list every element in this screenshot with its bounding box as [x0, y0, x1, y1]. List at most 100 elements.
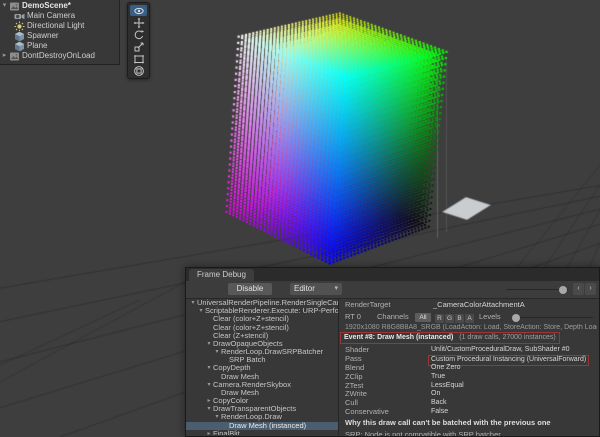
chevron-down-icon: ▾ — [334, 283, 338, 295]
rect-tool[interactable] — [130, 53, 147, 64]
frame-debugger-tabbar: Frame Debug — [186, 268, 599, 281]
tree-item-draw-mesh[interactable]: Draw Mesh — [186, 389, 338, 397]
hierarchy-dontdestroyonload-row[interactable]: ▸ DontDestroyOnLoad — [0, 51, 119, 61]
tree-item-drawopaqueobjects[interactable]: ▾DrawOpaqueObjects — [186, 340, 338, 348]
tree-item-copycolor[interactable]: ▸CopyColor — [186, 397, 338, 405]
channel-g-button[interactable]: G — [445, 314, 454, 323]
target-dropdown[interactable]: Editor ▾ — [290, 283, 342, 295]
event-meta: (1 draw calls, 27000 instances) — [459, 334, 556, 341]
transform-tool[interactable] — [130, 65, 147, 76]
foldout-closed-icon[interactable]: ▸ — [205, 397, 213, 405]
camera-icon — [14, 11, 25, 21]
tree-item-label: Draw Mesh — [221, 389, 259, 397]
foldout-open-icon[interactable]: ▾ — [213, 348, 221, 356]
foldout-open-icon[interactable]: ▾ — [197, 307, 205, 315]
property-row-ztest: ZTestLessEqual — [339, 382, 599, 391]
tree-item-renderloop-draw[interactable]: ▾RenderLoop.Draw — [186, 413, 338, 421]
hierarchy-panel: ▾ DemoScene* Main CameraDirectional Ligh… — [0, 0, 120, 65]
tree-item-label: DrawOpaqueObjects — [213, 340, 283, 348]
foldout-closed-icon[interactable]: ▸ — [205, 430, 213, 435]
disable-button[interactable]: Disable — [228, 283, 272, 295]
tree-item-finalblit[interactable]: ▸FinalBlit — [186, 430, 338, 435]
scene-name: DemoScene* — [22, 1, 71, 11]
frame-debugger-toolbar: Disable Editor ▾ ‹ › — [186, 281, 599, 299]
foldout-open-icon[interactable]: ▾ — [213, 413, 221, 421]
tree-item-clear-color-z-stencil[interactable]: Clear (color+Z+stencil) — [186, 324, 338, 332]
hierarchy-item-directional-light[interactable]: Directional Light — [0, 21, 119, 31]
hierarchy-scene-row[interactable]: ▾ DemoScene* — [0, 1, 119, 11]
tree-indent-spacer — [213, 373, 221, 381]
tree-item-universalrenderpipeline-rendersinglecamera-9[interactable]: ▾UniversalRenderPipeline.RenderSingleCam… — [186, 299, 338, 307]
move-tool[interactable] — [130, 17, 147, 28]
foldout-open-icon[interactable]: ▾ — [0, 1, 9, 11]
view-tool-icon — [133, 5, 145, 17]
scale-tool[interactable] — [130, 41, 147, 52]
channel-a-button[interactable]: A — [465, 314, 474, 323]
previous-event-button[interactable]: ‹ — [573, 283, 584, 295]
foldout-open-icon[interactable]: ▾ — [205, 405, 213, 413]
tree-item-camera-renderskybox[interactable]: ▾Camera.RenderSkybox — [186, 381, 338, 389]
tree-indent-spacer — [221, 422, 229, 430]
event-properties: ShaderUnlit/CustomProceduralDraw, SubSha… — [339, 346, 599, 417]
rt-index-label: RT 0 — [345, 311, 361, 323]
property-key: Conservative — [345, 408, 389, 417]
event-slider[interactable] — [506, 289, 568, 290]
channel-b-button[interactable]: B — [455, 314, 464, 323]
foldout-open-icon[interactable]: ▾ — [205, 381, 213, 389]
hierarchy-item-label: Spawner — [27, 31, 59, 41]
move-tool-icon — [133, 17, 145, 29]
batch-break-reason: SRP: Node is not compatible with SRP bat… — [345, 430, 597, 437]
tree-indent-spacer — [213, 389, 221, 397]
unity-editor: ▾ DemoScene* Main CameraDirectional Ligh… — [0, 0, 600, 437]
property-row-shader: ShaderUnlit/CustomProceduralDraw, SubSha… — [339, 346, 599, 355]
batch-break-section: Why this draw call can't be batched with… — [345, 418, 597, 436]
tree-item-drawtransparentobjects[interactable]: ▾DrawTransparentObjects — [186, 405, 338, 413]
levels-slider-handle[interactable] — [512, 314, 520, 322]
levels-slider[interactable] — [513, 317, 593, 318]
tree-item-label: Draw Mesh (instanced) — [229, 422, 306, 430]
tree-item-clear-color-z-stencil[interactable]: Clear (color+Z+stencil) — [186, 315, 338, 323]
property-value: On — [431, 390, 440, 399]
foldout-open-icon[interactable]: ▾ — [205, 364, 213, 372]
channels-all-button[interactable]: All — [415, 313, 431, 322]
next-event-button[interactable]: › — [585, 283, 596, 295]
tree-item-scriptablerenderer-execute-urp-performan[interactable]: ▾ScriptableRenderer.Execute: URP-Perform… — [186, 307, 338, 315]
property-row-zwrite: ZWriteOn — [339, 390, 599, 399]
tree-item-clear-z-stencil[interactable]: Clear (Z+stencil) — [186, 332, 338, 340]
hierarchy-item-spawner[interactable]: Spawner — [0, 31, 119, 41]
tree-item-copydepth[interactable]: ▾CopyDepth — [186, 364, 338, 372]
foldout-open-icon[interactable]: ▾ — [205, 340, 213, 348]
rotate-tool-icon — [133, 29, 145, 41]
gameobject-icon — [14, 41, 25, 51]
tree-indent-spacer — [205, 332, 213, 340]
tree-indent-spacer — [205, 315, 213, 323]
tree-item-label: RenderLoop.Draw — [221, 413, 282, 421]
foldout-closed-icon[interactable]: ▸ — [0, 51, 9, 61]
tree-item-renderloop-drawsrpbatcher[interactable]: ▾RenderLoop.DrawSRPBatcher — [186, 348, 338, 356]
gameobject-icon — [14, 31, 25, 41]
hierarchy-item-main-camera[interactable]: Main Camera — [0, 11, 119, 21]
render-target-dropdown[interactable]: _CameraColorAttachmentA — [433, 299, 525, 311]
render-target-label: RenderTarget — [345, 299, 390, 311]
scale-tool-icon — [133, 41, 145, 53]
view-tool-active[interactable] — [130, 5, 147, 16]
event-slider-handle[interactable] — [559, 286, 567, 294]
property-value: One Zero — [431, 364, 461, 373]
event-tree: ▾UniversalRenderPipeline.RenderSingleCam… — [186, 299, 339, 435]
scene-tools-overlay — [127, 2, 150, 79]
rotate-tool[interactable] — [130, 29, 147, 40]
hierarchy-item-plane[interactable]: Plane — [0, 41, 119, 51]
foldout-open-icon[interactable]: ▾ — [189, 299, 197, 307]
rect-tool-icon — [133, 53, 145, 65]
levels-label: Levels — [479, 311, 501, 323]
tree-item-draw-mesh-instanced[interactable]: Draw Mesh (instanced) — [186, 422, 338, 430]
channel-r-button[interactable]: R — [435, 314, 444, 323]
tree-item-srp-batch[interactable]: SRP Batch — [186, 356, 338, 364]
tree-indent-spacer — [205, 324, 213, 332]
render-target-info: 1920x1080 R8G8B8A8_SRGB (LoadAction: Loa… — [345, 324, 597, 331]
tree-indent-spacer — [221, 356, 229, 364]
tree-item-draw-mesh[interactable]: Draw Mesh — [186, 373, 338, 381]
property-value: Unlit/CustomProceduralDraw, SubShader #0 — [431, 346, 570, 355]
tree-item-label: CopyDepth — [213, 364, 251, 372]
tab-frame-debug[interactable]: Frame Debug — [189, 269, 254, 281]
